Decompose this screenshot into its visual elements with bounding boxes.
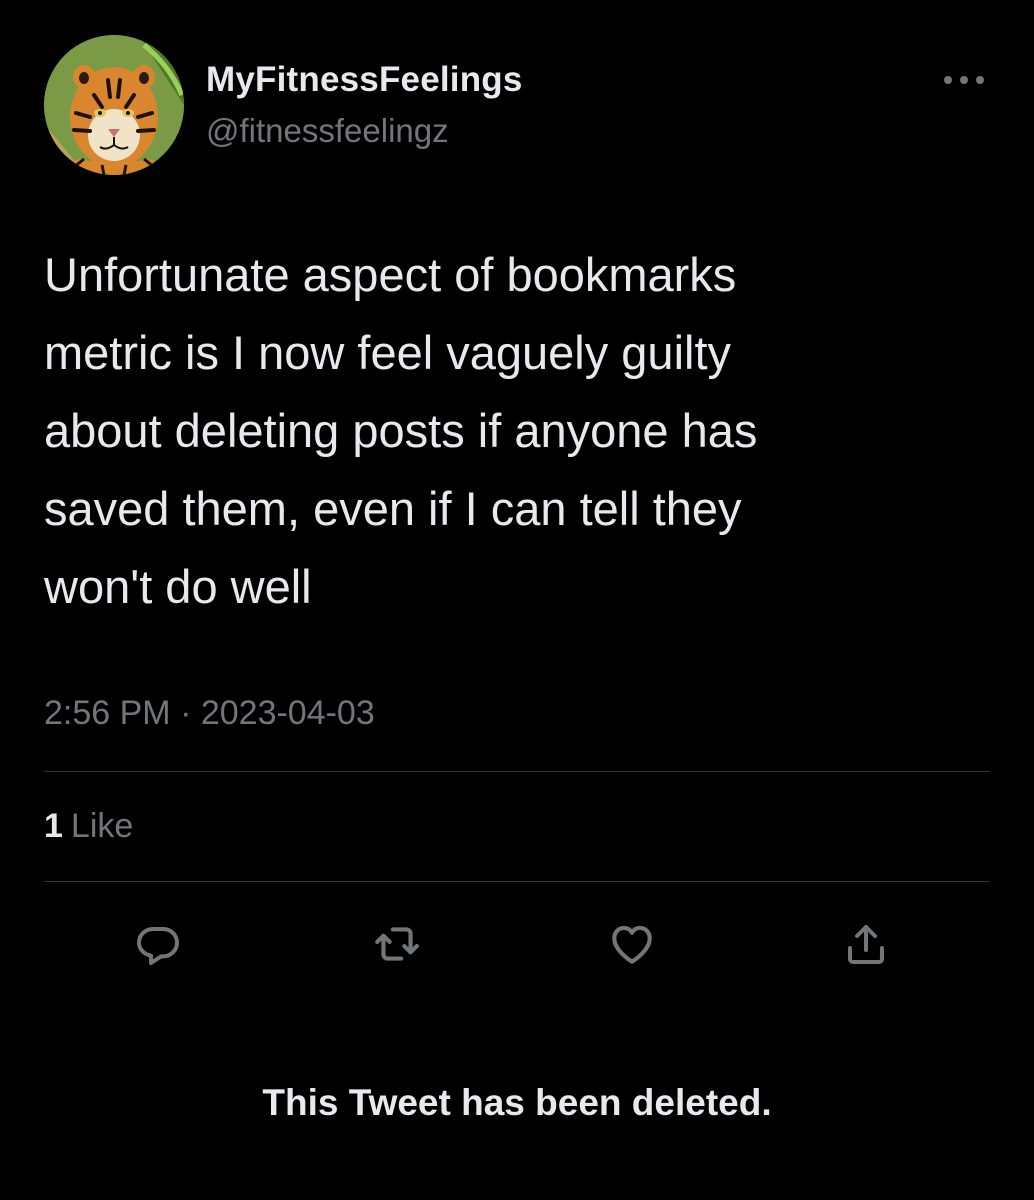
share-button[interactable] [836, 914, 896, 974]
likes-label: Like [70, 807, 134, 845]
author-display-name[interactable]: MyFitnessFeelings [206, 60, 523, 100]
reply-button[interactable] [128, 914, 188, 974]
divider [44, 771, 990, 772]
likes-count: 1 [44, 807, 63, 845]
more-options-button[interactable] [938, 62, 990, 98]
likes-count-link[interactable]: 1 Like [44, 807, 133, 846]
deleted-notice: This Tweet has been deleted. [262, 1082, 772, 1123]
retweet-icon [375, 927, 419, 961]
retweet-button[interactable] [367, 914, 427, 974]
more-icon [944, 76, 984, 84]
avatar[interactable] [44, 35, 184, 175]
tweet-timestamp[interactable]: 2:56 PM · 2023-04-03 [44, 694, 375, 733]
author-handle[interactable]: @fitnessfeelingz [206, 112, 449, 150]
share-icon [848, 925, 884, 964]
tweet-text: Unfortunate aspect of bookmarks metric i… [44, 248, 758, 613]
divider [44, 881, 990, 882]
heart-icon [612, 925, 652, 964]
reply-icon [137, 927, 179, 965]
like-button[interactable] [602, 914, 662, 974]
tweet-card: MyFitnessFeelings @fitnessfeelingz Unfor… [0, 0, 1034, 1200]
tiger-avatar-icon [44, 35, 184, 175]
